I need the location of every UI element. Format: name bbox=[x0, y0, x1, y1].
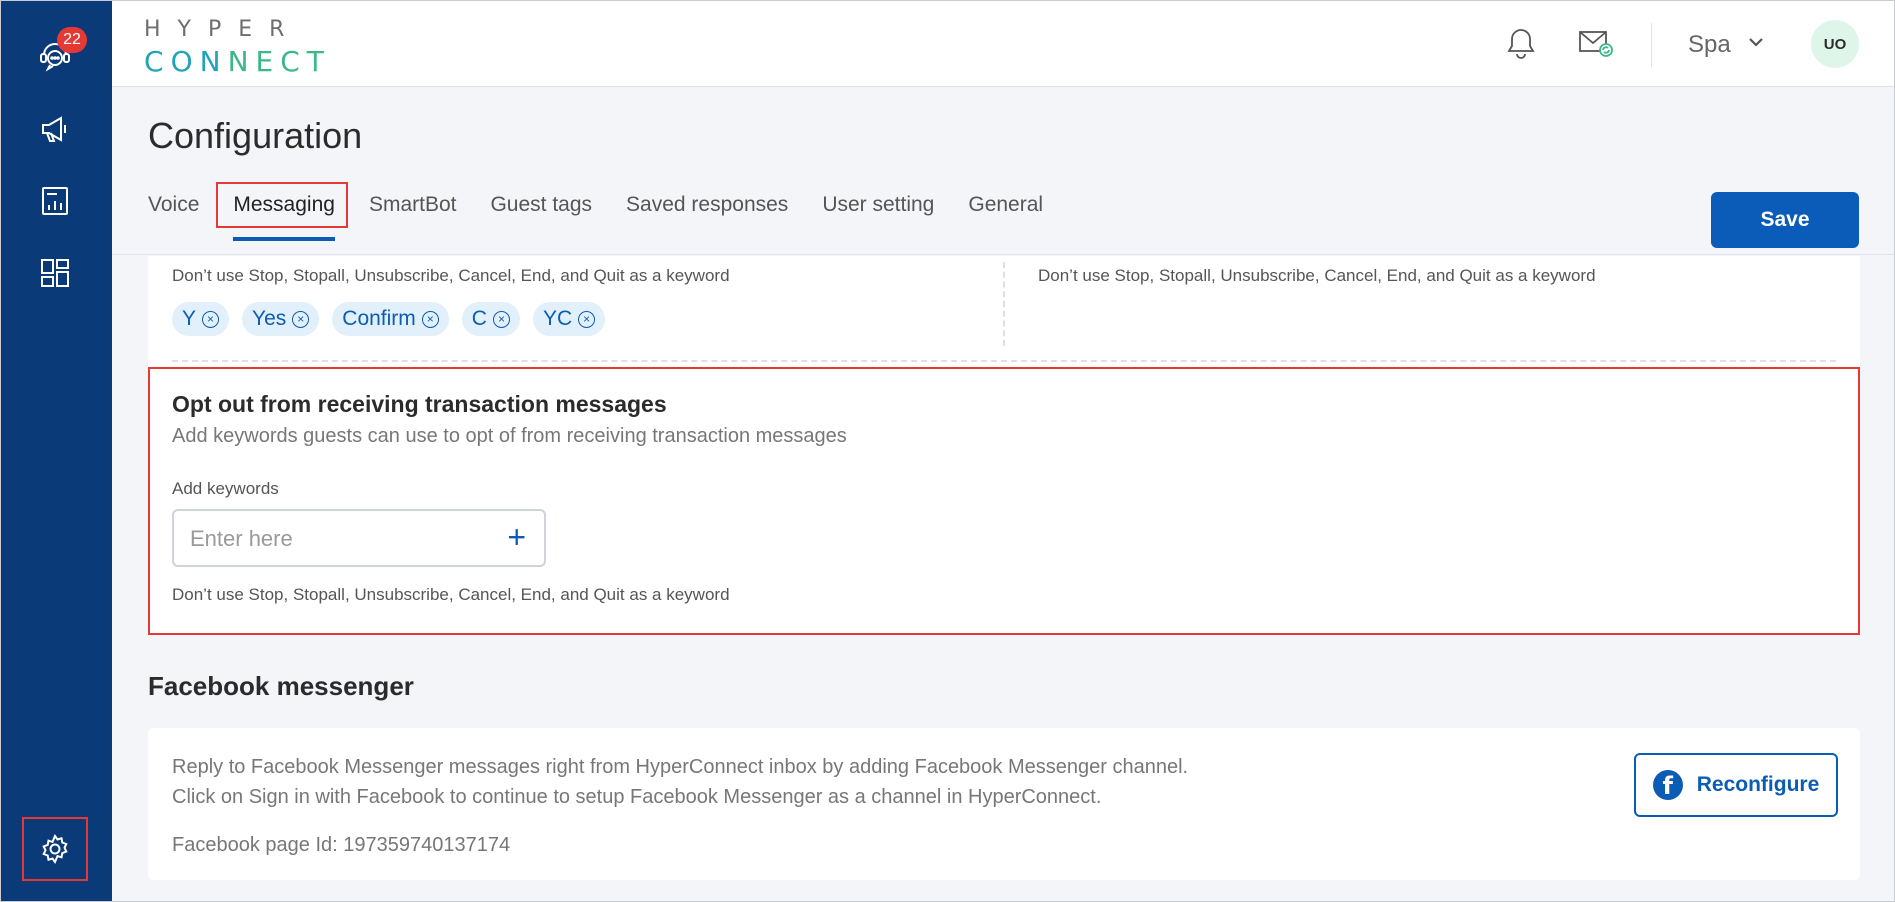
keyword-note: Don’t use Stop, Stopall, Unsubscribe, Ca… bbox=[1038, 266, 1596, 285]
opt-in-keywords-panel: Don’t use Stop, Stopall, Unsubscribe, Ca… bbox=[148, 256, 1860, 368]
gear-icon bbox=[42, 833, 68, 865]
keyword-note: Don’t use Stop, Stopall, Unsubscribe, Ca… bbox=[172, 266, 730, 285]
chip-label: Y bbox=[182, 307, 197, 330]
keyword-chip: C × bbox=[461, 302, 520, 336]
logo-hyper: HYPER bbox=[144, 17, 302, 42]
tab-label: Saved responses bbox=[626, 193, 789, 216]
save-button[interactable]: Save bbox=[1711, 192, 1859, 248]
logo-connect: CONNECT bbox=[144, 45, 331, 78]
facebook-icon: f bbox=[1652, 770, 1683, 800]
facebook-description-line1: Reply to Facebook Messenger messages rig… bbox=[172, 756, 1189, 778]
page-header: Configuration Voice Messaging SmartBot G… bbox=[112, 87, 1894, 255]
tab-label: Guest tags bbox=[490, 193, 593, 216]
dashed-divider bbox=[172, 360, 1836, 362]
tab-voice[interactable]: Voice bbox=[148, 191, 199, 219]
add-keyword-icon[interactable]: + bbox=[507, 519, 526, 555]
keyword-input-placeholder: Enter here bbox=[190, 526, 293, 551]
section-title: Opt out from receiving transaction messa… bbox=[172, 391, 667, 417]
avatar[interactable]: UO bbox=[1811, 20, 1859, 68]
tab-saved-responses[interactable]: Saved responses bbox=[626, 191, 788, 219]
active-tab-indicator bbox=[233, 237, 335, 241]
tab-messaging[interactable]: Messaging bbox=[216, 182, 349, 241]
remove-chip-icon[interactable]: × bbox=[492, 310, 510, 328]
remove-chip-icon[interactable]: × bbox=[292, 310, 310, 328]
keyword-input[interactable]: Enter here + bbox=[172, 509, 546, 567]
chevron-down-icon[interactable] bbox=[1748, 35, 1764, 53]
add-keywords-label: Add keywords bbox=[172, 479, 279, 498]
tab-label: User setting bbox=[822, 193, 935, 216]
tab-label: Voice bbox=[148, 193, 200, 216]
keyword-chips: Y × Yes × Confirm × C × YC × bbox=[172, 302, 618, 336]
keyword-chip: Yes × bbox=[242, 302, 320, 336]
opt-out-section: Opt out from receiving transaction messa… bbox=[148, 367, 1860, 635]
report-icon[interactable] bbox=[35, 181, 75, 221]
section-description: Add keywords guests can use to opt of fr… bbox=[172, 425, 847, 447]
tab-smartbot[interactable]: SmartBot bbox=[369, 191, 457, 219]
chip-label: Yes bbox=[252, 307, 287, 330]
dashboard-icon[interactable] bbox=[35, 253, 75, 293]
remove-chip-icon[interactable]: × bbox=[202, 310, 220, 328]
facebook-description-line2: Click on Sign in with Facebook to contin… bbox=[172, 786, 1102, 808]
reconfigure-label: Reconfigure bbox=[1696, 773, 1820, 796]
remove-chip-icon[interactable]: × bbox=[578, 310, 596, 328]
keyword-note: Don’t use Stop, Stopall, Unsubscribe, Ca… bbox=[172, 585, 730, 604]
org-selector-label[interactable]: Spa bbox=[1688, 31, 1731, 59]
bell-icon[interactable] bbox=[1503, 25, 1539, 61]
tab-bar: Voice Messaging SmartBot Guest tags Save… bbox=[148, 182, 1077, 241]
facebook-messenger-heading: Facebook messenger bbox=[148, 671, 414, 701]
tab-label: SmartBot bbox=[368, 193, 457, 216]
section-divider bbox=[1003, 262, 1005, 346]
page-title: Configuration bbox=[148, 115, 363, 156]
mail-sync-icon[interactable] bbox=[1578, 25, 1614, 61]
tab-user-setting[interactable]: User setting bbox=[822, 191, 934, 219]
reconfigure-button[interactable]: f Reconfigure bbox=[1634, 753, 1838, 817]
keyword-chip: Y × bbox=[172, 302, 230, 336]
notification-badge: 22 bbox=[57, 27, 87, 53]
sidebar: 22 bbox=[1, 1, 112, 901]
chip-label: YC bbox=[542, 307, 573, 330]
chip-label: Confirm bbox=[342, 307, 416, 330]
tab-guest-tags[interactable]: Guest tags bbox=[490, 191, 592, 219]
top-header: HYPER CONNECT Spa UO bbox=[112, 1, 1894, 87]
app-frame: 22 HYPER CONNECT Spa UO Configuration Vo… bbox=[0, 0, 1895, 902]
facebook-page-id: Facebook page Id: 197359740137174 bbox=[172, 834, 511, 856]
tab-general[interactable]: General bbox=[968, 191, 1043, 219]
megaphone-icon[interactable] bbox=[35, 109, 75, 149]
chip-label: C bbox=[471, 307, 487, 330]
keyword-chip: Confirm × bbox=[332, 302, 449, 336]
tab-label: General bbox=[968, 193, 1044, 216]
highlight-outline bbox=[216, 182, 349, 228]
keyword-chip: YC × bbox=[532, 302, 606, 336]
remove-chip-icon[interactable]: × bbox=[421, 310, 439, 328]
facebook-messenger-panel: Reply to Facebook Messenger messages rig… bbox=[148, 728, 1860, 880]
settings-button[interactable] bbox=[22, 817, 88, 881]
header-divider bbox=[1651, 23, 1652, 67]
